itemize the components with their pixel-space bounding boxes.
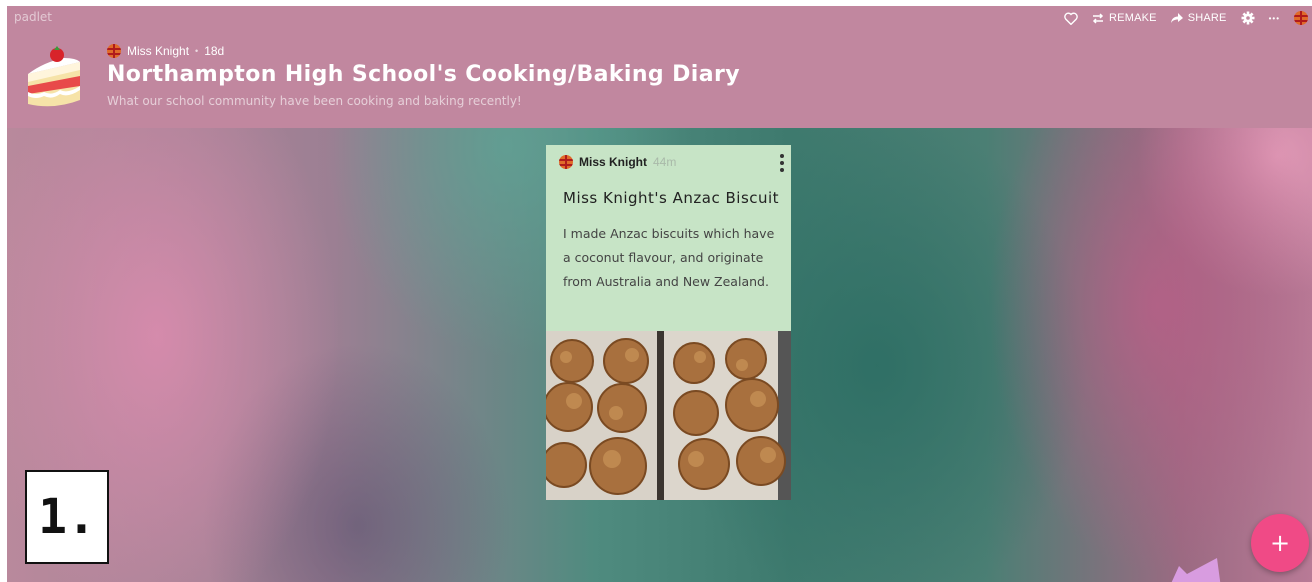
step-number-label: 1. xyxy=(25,470,109,564)
post-body: I made Anzac biscuits which have a cocon… xyxy=(563,226,775,289)
like-button[interactable] xyxy=(1064,12,1078,25)
board-author-line: Miss Knight • 18d xyxy=(107,44,224,58)
board-author-avatar xyxy=(107,44,121,58)
remake-icon xyxy=(1092,12,1104,24)
account-button[interactable] xyxy=(1294,11,1308,25)
settings-button[interactable] xyxy=(1241,11,1255,25)
post-time: 44m xyxy=(653,155,677,169)
board-title: Northampton High School's Cooking/Baking… xyxy=(107,62,740,87)
remake-label: REMAKE xyxy=(1109,12,1157,24)
more-icon: ••• xyxy=(1268,13,1280,23)
cake-icon xyxy=(28,46,80,107)
share-button[interactable]: SHARE xyxy=(1170,12,1227,24)
pointer-arrow-icon xyxy=(1171,558,1221,582)
post-card[interactable]: Miss Knight 44m Miss Knight's Anzac Bisc… xyxy=(546,145,791,500)
post-header: Miss Knight 44m xyxy=(559,155,676,169)
user-avatar xyxy=(1294,11,1308,25)
padlet-logo[interactable]: padlet xyxy=(14,10,52,24)
remake-button[interactable]: REMAKE xyxy=(1092,12,1157,24)
separator-dot: • xyxy=(195,46,199,56)
top-toolbar: REMAKE SHARE ••• xyxy=(1064,11,1308,25)
gear-icon xyxy=(1241,11,1255,25)
post-image[interactable] xyxy=(546,331,791,500)
post-author-avatar xyxy=(559,155,573,169)
board-author-name[interactable]: Miss Knight xyxy=(127,44,189,58)
post-title: Miss Knight's Anzac Biscuit xyxy=(563,189,780,207)
share-label: SHARE xyxy=(1187,12,1227,24)
share-icon xyxy=(1170,13,1183,23)
board-header: padlet REMAKE SHARE ••• Miss Knight • 18… xyxy=(7,6,1312,128)
board-subtitle: What our school community have been cook… xyxy=(107,94,522,108)
board-age: 18d xyxy=(204,44,225,58)
add-post-button[interactable]: + xyxy=(1251,514,1309,572)
more-button[interactable]: ••• xyxy=(1269,14,1280,23)
heart-icon xyxy=(1064,12,1078,25)
post-author: Miss Knight xyxy=(579,155,647,169)
padlet-board: padlet REMAKE SHARE ••• Miss Knight • 18… xyxy=(7,6,1312,582)
plus-icon: + xyxy=(1269,529,1291,557)
post-menu-icon[interactable] xyxy=(779,154,785,172)
